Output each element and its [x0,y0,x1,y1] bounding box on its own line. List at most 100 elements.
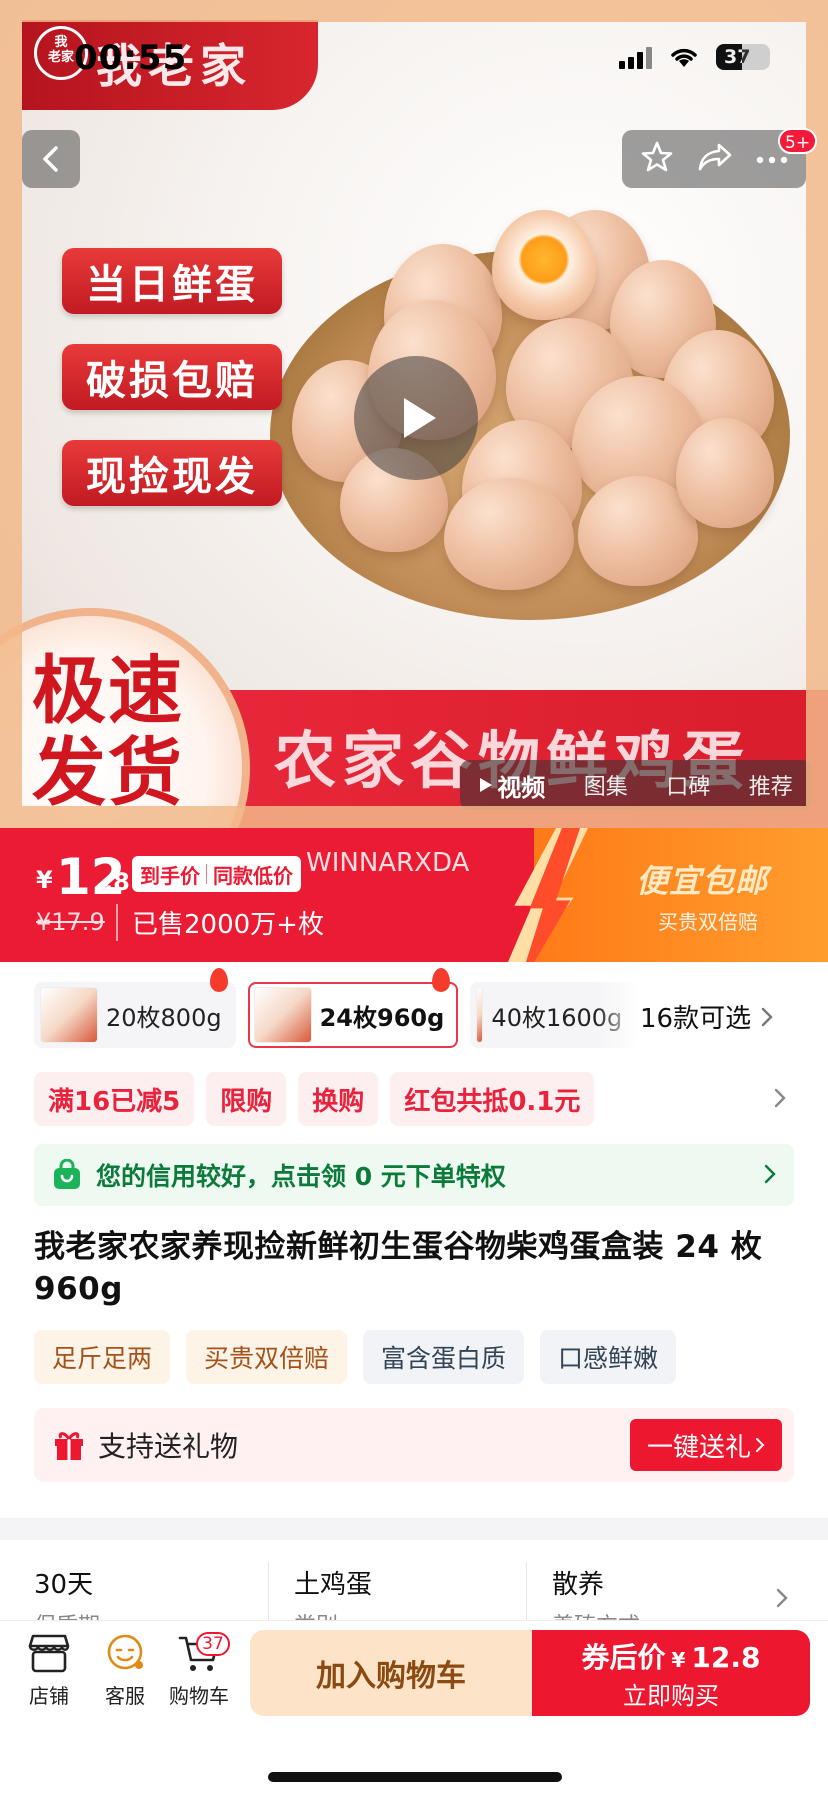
send-gift-label: 一键送礼 [646,1432,751,1463]
media-tab-recommend[interactable]: 推荐 [749,769,793,801]
back-button[interactable] [22,130,80,188]
star-icon [641,141,672,172]
promo-subtitle: 买贵双倍赔 [658,910,758,934]
customer-service-label: 客服 [105,1684,145,1708]
hero-tag-fresh: 当日鲜蛋 [62,248,282,314]
spec-category: 土鸡蛋 [294,1570,373,1600]
egg-image [444,478,574,590]
hot-flame-icon [432,968,451,992]
shop-icon [28,1634,70,1673]
watermark-text: WINNARXDA [306,848,470,878]
gift-support-bar: 支持送礼物 一键送礼 [34,1408,794,1482]
variant-thumbnail [40,987,98,1043]
status-time: 00:55 [74,38,188,78]
buy-now-label: 立即购买 [623,1681,719,1710]
hot-flame-icon [209,968,228,992]
media-tab-label: 口碑 [666,775,711,800]
feature-tag: 足斤足两 [34,1330,171,1384]
feature-tags: 足斤足两 买贵双倍赔 富含蛋白质 口感鲜嫩 [34,1330,677,1384]
shop-label: 店铺 [29,1684,69,1708]
home-indicator[interactable] [268,1772,562,1782]
variant-option-selected[interactable]: 24枚960g [247,968,459,1048]
message-badge: 5+ [778,128,818,154]
more-dots-icon [757,156,788,163]
feature-tag: 富含蛋白质 [363,1330,525,1384]
hero-tag-ship-now: 现捡现发 [62,440,282,506]
product-title: 我老家农家养现捡新鲜初生蛋谷物柴鸡蛋盒装 24 枚 960g [34,1229,763,1307]
cracked-egg-yolk-image [492,210,596,320]
buy-price-row: 券后价 ¥ 12.8 [581,1636,760,1676]
media-tab-video[interactable]: 视频 [479,768,545,803]
spec-label: 保质期 [34,1608,100,1620]
share-icon [698,143,732,171]
spec-summary[interactable]: 30天 保质期 土鸡蛋 类别 散养 养殖方式 [0,1540,828,1620]
media-tab-reviews[interactable]: 口碑 [666,769,710,801]
variant-thumbnail [476,987,484,1043]
favorite-button[interactable] [640,140,674,178]
credit-text: 您的信用较好，点击领 0 元下单特权 [96,1162,506,1191]
more-variants-label: 16款可选 [640,1004,752,1034]
feature-tag: 口感鲜嫩 [540,1330,677,1384]
more-button[interactable] [756,150,788,169]
variant-thumbnail [253,987,312,1043]
buy-price: 12.8 [691,1640,761,1674]
cart-count-badge: 37 [196,1632,230,1656]
add-to-cart-button[interactable]: 加入购物车 [250,1630,532,1716]
original-price: ¥17.9 [36,908,105,936]
spec-label: 类别 [294,1608,338,1620]
coupon-red-packet[interactable]: 红包共抵0.1元 [390,1072,595,1126]
battery-level: 37 [724,46,751,68]
fast-ship-text: 极速发货 [32,648,184,816]
feature-tag: 买贵双倍赔 [186,1330,348,1384]
shopping-bag-icon [54,1159,80,1189]
price-currency: ¥ [36,866,53,894]
cellular-signal-icon [619,45,652,69]
chevron-right-icon[interactable] [774,1088,786,1108]
customer-service-button[interactable]: 客服 [90,1632,160,1709]
share-button[interactable] [697,141,733,177]
gift-icon [55,1432,83,1460]
spec-divider [268,1562,269,1620]
battery-icon: 37 [716,44,770,70]
promo-title: 便宜包邮 [636,862,769,900]
media-tab-gallery[interactable]: 图集 [584,769,628,801]
cart-label: 购物车 [169,1684,229,1708]
chevron-right-icon [764,1164,776,1184]
variant-selector: 20枚800g 24枚960g 40枚1600g [34,968,637,1048]
media-tab-label: 推荐 [748,775,793,800]
gift-text: 支持送礼物 [98,1430,239,1463]
coupon-exchange[interactable]: 换购 [298,1072,379,1126]
spec-divider [526,1562,527,1620]
coupon-limit[interactable]: 限购 [206,1072,287,1126]
buy-now-button[interactable]: 券后价 ¥ 12.8 立即购买 [532,1630,810,1716]
variant-option[interactable]: 20枚800g [34,968,236,1048]
credit-privilege-banner[interactable]: 您的信用较好，点击领 0 元下单特权 [34,1144,794,1206]
play-video-button[interactable] [354,356,478,480]
sold-count: 已售2000万+枚 [116,904,324,941]
play-icon [404,398,436,438]
send-gift-button[interactable]: 一键送礼 [630,1419,782,1471]
status-icons: 37 [619,44,770,70]
chevron-right-icon [756,1438,765,1452]
final-price-label: 到手价 [140,863,200,888]
media-tabs: 视频 图集 口碑 推荐 [460,760,812,810]
chevron-left-icon [43,146,58,172]
product-media-hero[interactable]: 我老家 我老家 当日鲜蛋 破损包赔 现捡现发 极速发货 农家谷物鲜鸡蛋 视频 图… [0,0,828,828]
media-tab-label: 图集 [583,775,628,800]
spec-label: 养殖方式 [552,1608,640,1620]
coupon-discount[interactable]: 满16已减5 [34,1072,195,1126]
media-tab-label: 视频 [497,773,546,802]
chevron-right-icon [761,1007,773,1026]
more-variants-button[interactable]: 16款可选 [640,998,773,1035]
variant-label: 24枚960g [319,1003,445,1032]
coupon-list: 满16已减5 限购 换购 红包共抵0.1元 [34,1072,595,1126]
price-tag: 到手价 同款低价 [132,856,301,892]
buy-currency: ¥ [671,1647,686,1672]
shop-button[interactable]: 店铺 [14,1632,84,1709]
play-small-icon [480,778,493,792]
customer-service-icon [107,1634,143,1670]
lowest-price-label: 同款低价 [213,863,293,888]
hero-tag-damage-guarantee: 破损包赔 [62,344,282,410]
variant-label: 20枚800g [106,1003,222,1032]
egg-image [676,418,774,528]
